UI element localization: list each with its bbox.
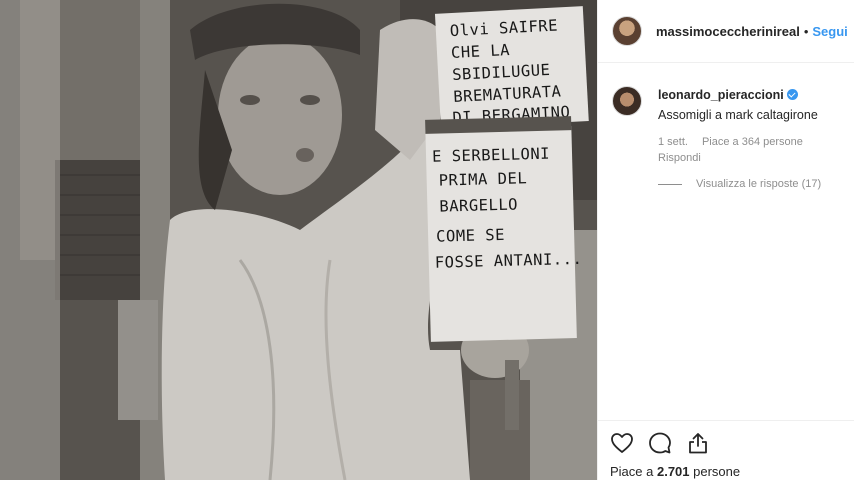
- comment-text: Assomigli a mark caltagirone: [658, 108, 818, 122]
- post-header: massimoceccherinireal • Segui: [598, 0, 854, 63]
- post-photo: Olvi SAIFRE CHE LA SBIDILUGUE BREMATURAT…: [0, 0, 597, 480]
- post-likes[interactable]: Piace a 2.701 persone: [610, 464, 843, 479]
- likes-suffix: persone: [689, 464, 741, 479]
- author-avatar[interactable]: [612, 16, 642, 46]
- follow-button[interactable]: Segui: [812, 24, 847, 39]
- photo-scene: Olvi SAIFRE CHE LA SBIDILUGUE BREMATURAT…: [0, 0, 597, 480]
- view-replies-line: [658, 183, 682, 185]
- post-side-panel: massimoceccherinireal • Segui leonardo_p…: [597, 0, 854, 480]
- header-separator: •: [803, 23, 809, 39]
- share-icon[interactable]: [686, 431, 710, 455]
- view-replies-button[interactable]: Visualizza le risposte (17): [658, 178, 821, 190]
- view-replies-label: Visualizza le risposte (17): [696, 178, 822, 190]
- reply-button[interactable]: Rispondi: [658, 152, 818, 164]
- comment-likes[interactable]: Piace a 364 persone: [702, 136, 803, 148]
- heart-icon[interactable]: [610, 431, 634, 455]
- comment-item: leonardo_pieraccioni Assomigli a mark ca…: [612, 86, 842, 164]
- commenter-username[interactable]: leonardo_pieraccioni: [658, 88, 784, 102]
- likes-count: 2.701: [656, 464, 690, 479]
- verified-badge-icon: [786, 89, 798, 100]
- post-actions: Piace a 2.701 persone: [598, 420, 854, 479]
- likes-prefix: Piace a: [610, 464, 657, 479]
- comment-time[interactable]: 1 sett.: [658, 136, 688, 148]
- comment-icon[interactable]: [648, 431, 672, 455]
- commenter-avatar[interactable]: [612, 86, 642, 116]
- author-username[interactable]: massimoceccherinireal: [656, 24, 800, 39]
